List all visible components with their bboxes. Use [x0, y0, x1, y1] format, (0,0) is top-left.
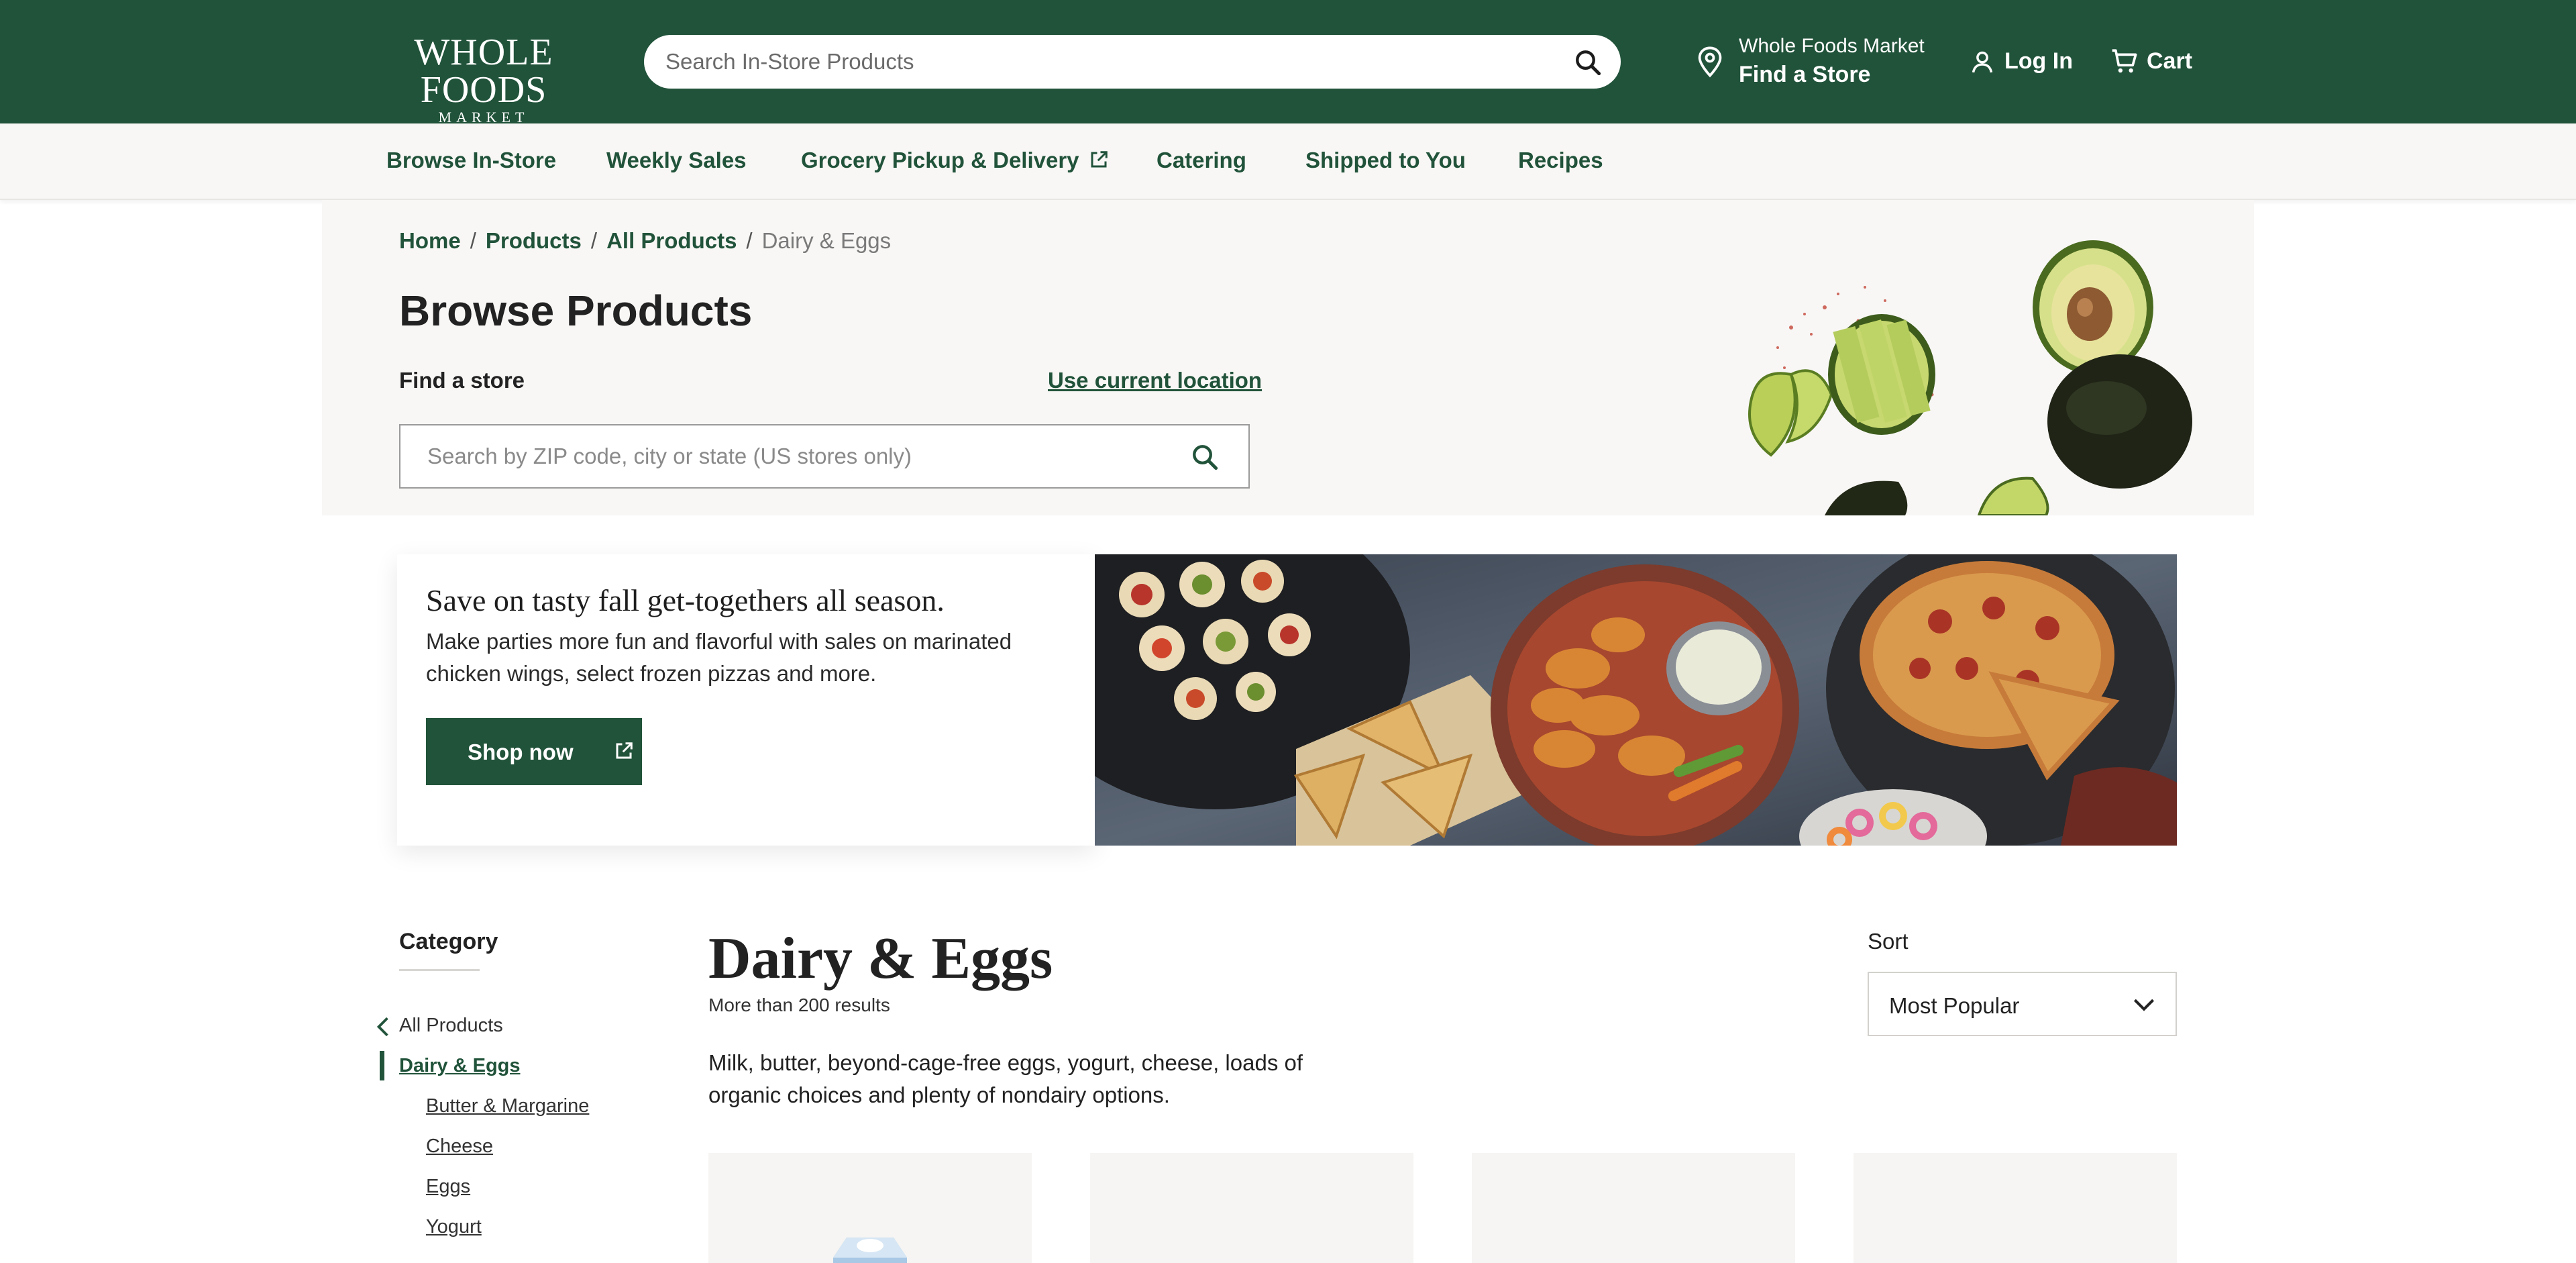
search-icon[interactable] [1191, 443, 1219, 471]
product-search-bar [644, 35, 1621, 89]
store-search-box [399, 424, 1250, 489]
sidebar-item-butter-margarine[interactable]: Butter & Margarine [426, 1095, 589, 1117]
whole-foods-logo[interactable]: WHOLE FOODS MARKET [386, 34, 581, 125]
main-navigation: Browse In-Store Weekly Sales Grocery Pic… [0, 123, 2576, 200]
milk-carton-image [833, 1237, 907, 1263]
log-in-label: Log In [2004, 48, 2073, 74]
use-current-location-link[interactable]: Use current location [1048, 368, 1262, 393]
category-heading: Category [399, 929, 498, 954]
category-divider [399, 969, 480, 971]
shop-now-label: Shop now [468, 740, 574, 764]
nav-grocery-label: Grocery Pickup & Delivery [801, 148, 1079, 172]
category-title: Dairy & Eggs [708, 926, 1053, 991]
browse-hero: Home / Products / All Products / Dairy & Eggs … [322, 200, 2254, 515]
top-header: WHOLE FOODS MARKET Whole Foods Market Fi… [0, 0, 2576, 125]
sort-label: Sort [1868, 929, 1909, 954]
breadcrumb-separator: / [590, 228, 598, 253]
find-a-store-link[interactable]: Whole Foods Market Find a Store [1696, 31, 1937, 91]
product-card[interactable] [708, 1153, 1032, 1263]
product-card[interactable] [1854, 1153, 2177, 1263]
user-icon [1972, 51, 1993, 73]
breadcrumb-separator: / [746, 228, 753, 253]
sort-selected-value: Most Popular [1889, 993, 2020, 1018]
find-store-heading: Find a store [399, 368, 525, 393]
logo-wordmark: WHOLE FOODS [414, 32, 553, 111]
sidebar-item-yogurt[interactable]: Yogurt [426, 1216, 482, 1238]
nav-browse-in-store[interactable]: Browse In-Store [386, 148, 556, 173]
page-title: Browse Products [399, 287, 753, 335]
breadcrumb: Home / Products / All Products / Dairy & Eggs [399, 228, 891, 254]
shop-now-button[interactable]: Shop now [426, 718, 642, 785]
external-link-icon [1091, 151, 1108, 168]
cart-icon [2112, 49, 2137, 73]
party-food-photo [1095, 554, 2177, 846]
sidebar-item-dairy-eggs[interactable]: Dairy & Eggs [380, 1051, 521, 1080]
sidebar-item-eggs[interactable]: Eggs [426, 1176, 470, 1198]
search-icon[interactable] [1574, 48, 1602, 77]
nav-weekly-sales[interactable]: Weekly Sales [606, 148, 747, 173]
location-pin-icon [1698, 46, 1722, 78]
nav-shipped-to-you[interactable]: Shipped to You [1305, 148, 1466, 173]
chevron-down-icon [2133, 999, 2155, 1011]
avocado-illustration [1748, 240, 2192, 515]
promo-title: Save on tasty fall get-togethers all sea… [426, 583, 945, 617]
breadcrumb-home[interactable]: Home [399, 228, 461, 253]
cart-label: Cart [2147, 48, 2193, 74]
zip-search-input[interactable] [427, 425, 1179, 487]
promo-description: Make parties more fun and flavorful with… [426, 629, 1012, 686]
promo-card: Save on tasty fall get-togethers all sea… [397, 554, 1095, 846]
find-store-label: Find a Store [1739, 62, 1871, 87]
chevron-left-icon [376, 1017, 388, 1037]
product-search-input[interactable] [665, 35, 1538, 89]
external-link-icon [616, 742, 633, 759]
promo-banner: Save on tasty fall get-togethers all sea… [397, 554, 2177, 846]
product-card[interactable] [1090, 1153, 1413, 1263]
store-name: Whole Foods Market [1739, 35, 1925, 57]
category-description: Milk, butter, beyond-cage-free eggs, yog… [708, 1050, 1303, 1107]
breadcrumb-separator: / [470, 228, 476, 253]
result-count: More than 200 results [708, 995, 890, 1015]
sidebar-item-label: All Products [399, 1015, 503, 1036]
nav-catering[interactable]: Catering [1157, 148, 1246, 173]
sort-dropdown[interactable]: Most Popular [1868, 972, 2177, 1036]
nav-grocery-pickup-delivery[interactable]: Grocery Pickup & Delivery [801, 148, 1109, 173]
breadcrumb-current: Dairy & Eggs [761, 228, 892, 253]
product-card[interactable] [1472, 1153, 1795, 1263]
breadcrumb-all-products[interactable]: All Products [606, 228, 737, 253]
nav-recipes[interactable]: Recipes [1518, 148, 1603, 173]
sidebar-item-cheese[interactable]: Cheese [426, 1135, 493, 1158]
breadcrumb-products[interactable]: Products [486, 228, 582, 253]
